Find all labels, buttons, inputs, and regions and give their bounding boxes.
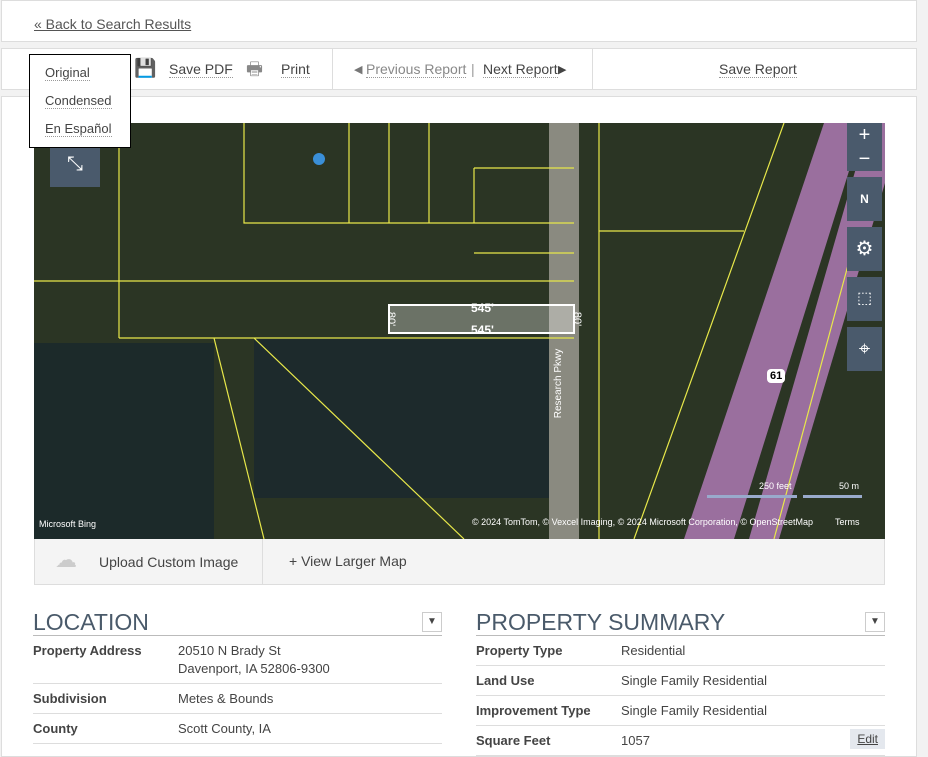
back-link[interactable]: « Back to Search Results: [34, 16, 191, 32]
zoom-in-button[interactable]: +: [847, 123, 882, 147]
save-report-button[interactable]: Save Report: [719, 61, 797, 78]
menu-item-original[interactable]: Original: [45, 65, 90, 81]
dimension-label: 545': [471, 301, 494, 315]
highway-shield: 61: [767, 369, 786, 383]
view-larger-map-link[interactable]: + View Larger Map: [289, 553, 407, 569]
zoom-out-button[interactable]: −: [847, 147, 882, 171]
scale-bar: [803, 495, 862, 498]
print-icon: 🖶: [246, 59, 263, 79]
collapse-dropdown-button[interactable]: ▼: [865, 612, 885, 632]
edit-button[interactable]: Edit: [850, 729, 885, 749]
table-row: Improvement Type Single Family Residentia…: [476, 696, 885, 726]
scale-meters: 50 m: [839, 481, 860, 491]
menu-item-espanol[interactable]: En Español: [45, 121, 112, 137]
select-area-icon[interactable]: ⬚: [847, 277, 882, 321]
map-imagery: [34, 123, 885, 539]
chevron-right-icon: ▶: [558, 64, 567, 76]
scale-feet: 250 feet: [759, 481, 792, 491]
previous-report-button[interactable]: Previous Report: [366, 61, 467, 78]
bing-logo: Microsoft Bing: [39, 519, 97, 529]
table-row: Square Feet 1057 Edit: [476, 726, 885, 756]
road-label: Research Pkwy: [553, 348, 565, 419]
save-icon: 💾: [134, 58, 157, 78]
toolbar: 💾 Save PDF 🖶 Print ◀ Previous Report | N…: [1, 48, 917, 90]
property-summary-section: PROPERTY SUMMARY ▼ Property Type Resident…: [476, 608, 885, 756]
compass-button[interactable]: N: [847, 177, 882, 221]
collapse-dropdown-button[interactable]: ▼: [422, 612, 442, 632]
location-section: LOCATION ▼ Property Address 20510 N Brady…: [33, 608, 442, 744]
table-row: Property Type Residential: [476, 636, 885, 666]
table-row: Land Use Single Family Residential: [476, 666, 885, 696]
next-report-button[interactable]: Next Report: [483, 61, 558, 78]
menu-item-condensed[interactable]: Condensed: [45, 93, 112, 109]
upload-image-button[interactable]: Upload Custom Image: [99, 554, 238, 570]
locate-icon[interactable]: ⌖: [847, 327, 882, 371]
dimension-label: 80': [571, 311, 584, 327]
upload-icon: ☁: [55, 547, 77, 572]
settings-icon[interactable]: ⚙: [847, 227, 882, 271]
report-type-menu: Original Condensed En Español: [29, 54, 131, 148]
table-row: Property Address 20510 N Brady St Davenpor…: [33, 636, 442, 684]
back-bar: « Back to Search Results: [1, 0, 917, 42]
zoom-controls: + −: [847, 123, 882, 171]
map[interactable]: 545' 545' 80' 80' Research Pkwy 61 ⤡ + − …: [34, 123, 885, 539]
dimension-label: 545': [471, 323, 494, 337]
map-actions: ☁ Upload Custom Image + View Larger Map: [34, 539, 885, 585]
divider: |: [471, 61, 475, 77]
map-attribution: © 2024 TomTom, © Vexcel Imaging, © 2024 …: [472, 517, 814, 527]
save-pdf-button[interactable]: Save PDF: [169, 61, 233, 78]
section-title: LOCATION: [33, 608, 442, 636]
section-title: PROPERTY SUMMARY: [476, 608, 885, 636]
table-row: Subdivision Metes & Bounds: [33, 684, 442, 714]
table-row: County Scott County, IA: [33, 714, 442, 744]
print-button[interactable]: Print: [281, 61, 310, 78]
scale-bar: [707, 495, 797, 498]
dimension-label: 80': [385, 311, 398, 327]
terms-link[interactable]: Terms: [835, 517, 860, 527]
chevron-left-icon: ◀: [354, 64, 363, 76]
